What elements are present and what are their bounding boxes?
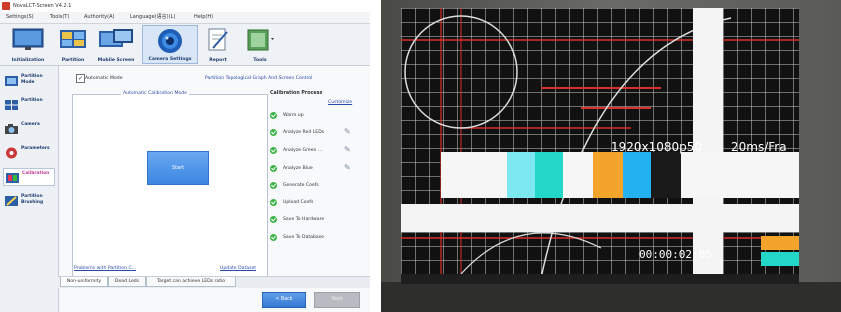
screen-base [401,274,799,284]
step-label: Upload Coefs [283,200,314,205]
led-screen: 1920x1080p50 20ms/Fra 00:00:02:05 [401,8,799,274]
step-label: Generate Coefs [283,183,319,188]
led-screen-photo: 1920x1080p50 20ms/Fra 00:00:02:05 [381,0,841,312]
tab-dead-leds[interactable]: Dead Leds [108,277,146,287]
check-icon [270,129,277,136]
group-title: Automatic Calibration Mode [121,91,189,96]
mobile-screen-icon [99,29,133,47]
frame-rate-label: 20ms/Fra [731,140,787,154]
toolbar-label: Mobile Screen [97,58,135,63]
check-icon [270,182,277,189]
camera-icon [5,124,18,134]
menu-language[interactable]: Language(语言)(L) [130,12,175,23]
process-title: Calibration Process [270,91,323,96]
step-label: Save To Database [283,235,324,240]
sidebar-item-partition-brushing[interactable]: Partition Brushing [3,192,55,210]
main-toolbar: Initialization Partition Mobile Screen C… [0,24,370,66]
sidebar-item-label: Camera [21,122,40,127]
toolbar-camera-settings[interactable]: Camera Settings [142,25,198,64]
check-icon [270,199,277,206]
sidebar: Partition Mode Partition Camera Paramete… [0,66,59,312]
software-window: NovaLCT-Screen V4.2.1 Settings(S) Tools(… [0,0,370,312]
sidebar-item-calibration[interactable]: Calibration [3,168,55,186]
toolbar-label: Report [209,58,227,63]
automatic-calibration-group: Automatic Calibration Mode Start [72,91,268,286]
step-label: Warm up [283,113,304,118]
partition-mode-icon [5,76,18,86]
result-tabs: Non-uniformity Dead Leds Target can achi… [58,276,370,288]
toolbar-partition[interactable]: Partition [56,25,90,64]
resolution-label: 1920x1080p50 [611,140,703,154]
sidebar-item-camera[interactable]: Camera [3,120,55,138]
automatic-mode-checkbox[interactable]: ✓ [76,74,85,83]
calibration-icon [6,173,19,183]
step-analyze-red: Analyze Red LEDs ✎ [270,127,365,138]
check-icon [270,216,277,223]
app-logo-icon [2,2,10,10]
step-save-database: Save To Database [270,233,365,243]
menu-bar: Settings(S) Tools(T) Authority(A) Langua… [0,12,370,24]
check-icon [270,147,277,154]
timecode-label: 00:00:02:05 [639,248,712,261]
automatic-mode-label: Automatic Mode [85,76,123,81]
step-upload-coefs: Upload Coefs [270,198,365,208]
toolbar-initialization[interactable]: Initialization [2,25,54,64]
sidebar-item-label: Partition Mode [21,74,43,85]
toolbar-label: Partition [61,58,85,63]
camera-lens-icon [158,29,182,53]
toolbar-label: Tools [253,58,267,63]
sidebar-item-label: Calibration [22,171,50,176]
update-dataset-link[interactable]: Update Dataset [220,266,256,271]
toolbar-tools[interactable]: Tools [240,25,280,64]
sidebar-item-label: Partition Brushing [21,194,44,205]
partition-icon [60,30,86,48]
menu-help[interactable]: Help(H) [194,12,213,23]
step-label: Save To Hardware [283,217,325,222]
sidebar-item-partition[interactable]: Partition [3,96,55,114]
menu-tools[interactable]: Tools(T) [50,12,69,23]
step-warm-up: Warm up [270,111,365,121]
toolbar-label: Camera Settings [148,57,192,62]
step-analyze-green: Analyze Green ... ✎ [270,145,365,156]
menu-authority[interactable]: Authority(A) [84,12,114,23]
customize-link[interactable]: Customize [328,100,352,105]
pin-icon[interactable]: ✎ [344,163,351,173]
check-icon [270,165,277,172]
check-icon [270,112,277,119]
back-button[interactable]: < Back [262,292,306,308]
pin-icon[interactable]: ✎ [344,127,351,137]
topology-control-link[interactable]: Partition Topological Graph And Screen C… [205,76,312,81]
pin-icon[interactable]: ✎ [344,145,351,155]
tools-icon [247,29,274,51]
tab-non-uniformity[interactable]: Non-uniformity [60,277,108,287]
step-generate-coefs: Generate Coefs [270,181,365,191]
tab-target-ratio[interactable]: Target can achieve LEDs ratio [146,277,236,287]
check-icon [270,234,277,241]
window-title: NovaLCT-Screen V4.2.1 [13,3,72,9]
sidebar-item-parameters[interactable]: Parameters [3,144,55,162]
step-label: Analyze Green ... [283,148,323,153]
toolbar-mobile-screen[interactable]: Mobile Screen [92,25,140,64]
step-analyze-blue: Analyze Blue ✎ [270,163,365,174]
toolbar-label: Initialization [11,58,45,63]
step-save-hardware: Save To Hardware [270,215,365,225]
parameters-icon [6,147,17,159]
step-label: Analyze Red LEDs [283,130,325,135]
sidebar-item-label: Parameters [21,146,50,151]
partition-grid-icon [5,100,18,110]
report-icon [208,28,228,51]
sidebar-item-label: Partition [21,98,43,103]
start-button[interactable]: Start [147,151,209,185]
problems-link[interactable]: Problems with Partition C... [74,266,136,271]
monitor-icon [12,28,44,50]
next-button[interactable]: Next [314,292,360,308]
brushing-icon [5,196,18,206]
step-label: Analyze Blue [283,166,313,171]
menu-settings[interactable]: Settings(S) [6,12,34,23]
floor [381,282,841,312]
sidebar-item-partition-mode[interactable]: Partition Mode [3,72,55,90]
toolbar-report[interactable]: Report [200,25,236,64]
